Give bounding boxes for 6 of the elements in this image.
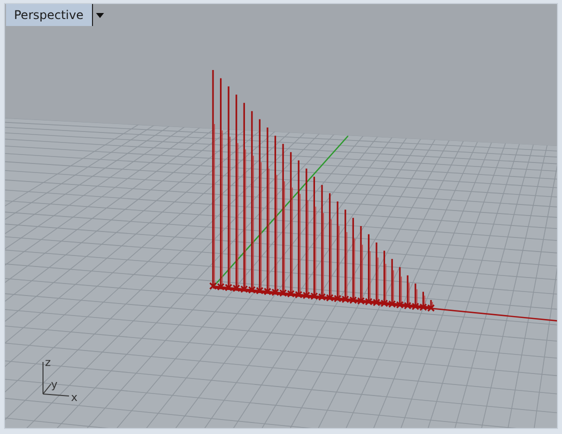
viewport-title[interactable]: Perspective (6, 4, 92, 26)
axis-label: x (71, 391, 78, 404)
axis-icon (42, 362, 70, 396)
caret-icon[interactable] (96, 12, 104, 18)
axis-label: z (45, 356, 51, 369)
axis-label: y (51, 378, 58, 391)
